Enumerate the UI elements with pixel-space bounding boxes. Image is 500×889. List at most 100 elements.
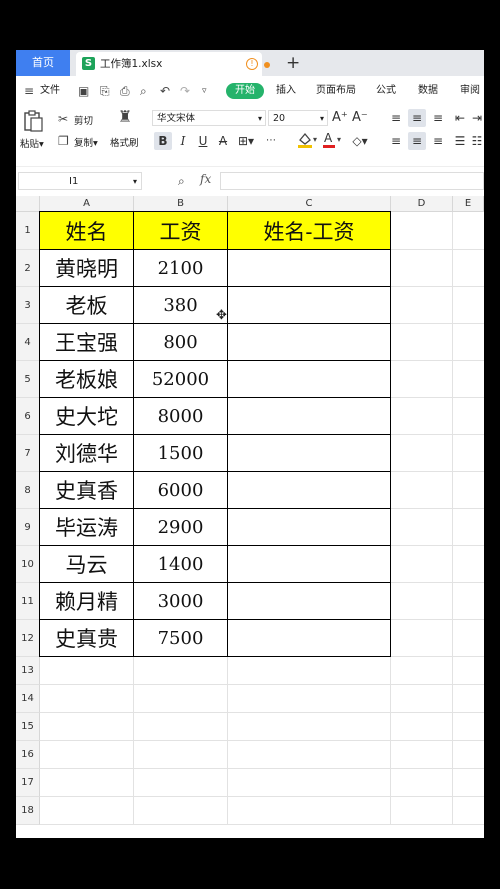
name-cell[interactable]: 王宝强: [40, 324, 134, 361]
hamburger-icon[interactable]: ≡: [24, 84, 34, 98]
row-header[interactable]: 7: [16, 435, 40, 472]
row-header[interactable]: 18: [16, 797, 40, 825]
row-header[interactable]: 2: [16, 250, 40, 287]
result-cell[interactable]: [228, 620, 391, 657]
menu-page-layout[interactable]: 页面布局: [316, 76, 356, 106]
paste-icon[interactable]: [22, 110, 44, 132]
column-header-e[interactable]: E: [453, 196, 484, 212]
align-right-icon[interactable]: ≡: [430, 132, 446, 150]
salary-cell[interactable]: 7500: [134, 620, 228, 657]
justify-icon[interactable]: ☰: [452, 132, 468, 150]
result-cell[interactable]: [228, 287, 391, 324]
eraser-icon[interactable]: ◇▾: [350, 132, 370, 150]
name-cell[interactable]: 老板娘: [40, 361, 134, 398]
salary-cell[interactable]: 6000: [134, 472, 228, 509]
salary-cell[interactable]: 3000: [134, 583, 228, 620]
column-header-c[interactable]: C: [228, 196, 391, 212]
document-tab[interactable]: S 工作簿1.xlsx !: [76, 52, 270, 76]
result-cell[interactable]: [228, 472, 391, 509]
strikethrough-button[interactable]: A: [216, 132, 230, 150]
salary-cell[interactable]: 2100: [134, 250, 228, 287]
result-cell[interactable]: [228, 324, 391, 361]
scissors-icon[interactable]: ✂: [58, 112, 68, 126]
italic-button[interactable]: I: [176, 132, 190, 150]
warning-icon[interactable]: !: [246, 58, 258, 70]
align-left-icon[interactable]: ≡: [388, 132, 404, 150]
name-cell[interactable]: 史真香: [40, 472, 134, 509]
row-header[interactable]: 4: [16, 324, 40, 361]
save-icon[interactable]: ▣: [78, 84, 89, 98]
result-cell[interactable]: [228, 250, 391, 287]
row-header[interactable]: 9: [16, 509, 40, 546]
result-cell[interactable]: [228, 435, 391, 472]
salary-cell[interactable]: 380: [134, 287, 228, 324]
result-cell[interactable]: [228, 509, 391, 546]
result-cell[interactable]: [228, 361, 391, 398]
salary-cell[interactable]: 8000: [134, 398, 228, 435]
indent-icon[interactable]: ⇤: [452, 109, 468, 127]
outdent-icon[interactable]: ⇥: [470, 109, 484, 127]
column-header-b[interactable]: B: [134, 196, 228, 212]
table-header-cell[interactable]: 姓名: [40, 212, 134, 250]
function-icon[interactable]: fx: [200, 172, 211, 186]
select-all-corner[interactable]: [16, 196, 40, 212]
row-header[interactable]: 8: [16, 472, 40, 509]
name-box[interactable]: I1 ▾: [18, 172, 142, 190]
formula-input[interactable]: [220, 172, 484, 190]
menu-file[interactable]: 文件: [40, 76, 60, 106]
align-middle-icon[interactable]: ≡: [408, 109, 426, 127]
paste-button[interactable]: 粘贴▾: [20, 136, 44, 150]
bold-button[interactable]: B: [154, 132, 172, 150]
shrink-font-button[interactable]: A⁻: [352, 109, 368, 127]
table-header-cell[interactable]: 工资: [134, 212, 228, 250]
menu-insert[interactable]: 插入: [276, 76, 296, 106]
result-cell[interactable]: [228, 583, 391, 620]
menu-review[interactable]: 审阅: [460, 76, 480, 106]
salary-cell[interactable]: 800: [134, 324, 228, 361]
row-header[interactable]: 17: [16, 769, 40, 797]
row-header[interactable]: 16: [16, 741, 40, 769]
cut-button[interactable]: 剪切: [74, 113, 93, 127]
row-header[interactable]: 10: [16, 546, 40, 583]
salary-cell[interactable]: 2900: [134, 509, 228, 546]
result-cell[interactable]: [228, 546, 391, 583]
redo-icon[interactable]: ↷: [180, 84, 190, 98]
font-size-select[interactable]: 20 ▾: [268, 110, 328, 126]
distribute-icon[interactable]: ☷: [470, 132, 484, 150]
row-header[interactable]: 1: [16, 212, 40, 250]
row-header[interactable]: 13: [16, 657, 40, 685]
row-header[interactable]: 15: [16, 713, 40, 741]
underline-button[interactable]: U: [196, 132, 210, 150]
result-cell[interactable]: [228, 398, 391, 435]
undo-icon[interactable]: ↶: [160, 84, 170, 98]
zoom-icon[interactable]: ⌕: [178, 174, 185, 188]
copy-button[interactable]: 复制▾: [74, 135, 98, 149]
border-icon[interactable]: ⊞▾: [236, 132, 256, 150]
name-cell[interactable]: 马云: [40, 546, 134, 583]
font-name-select[interactable]: 华文宋体 ▾: [152, 110, 266, 126]
grow-font-button[interactable]: A⁺: [332, 109, 348, 127]
new-tab-button[interactable]: +: [286, 50, 300, 76]
name-cell[interactable]: 赖月精: [40, 583, 134, 620]
salary-cell[interactable]: 52000: [134, 361, 228, 398]
menu-formula[interactable]: 公式: [376, 76, 396, 106]
fill-color-icon[interactable]: ▾: [296, 130, 318, 153]
row-header[interactable]: 14: [16, 685, 40, 713]
name-cell[interactable]: 史真贵: [40, 620, 134, 657]
salary-cell[interactable]: 1500: [134, 435, 228, 472]
row-header[interactable]: 5: [16, 361, 40, 398]
export-icon[interactable]: ⎘: [100, 84, 110, 98]
home-tab[interactable]: 首页: [16, 50, 70, 76]
column-header-a[interactable]: A: [40, 196, 134, 212]
print-icon[interactable]: ⎙: [120, 84, 130, 98]
copy-icon[interactable]: ❐: [58, 134, 69, 148]
format-painter-icon[interactable]: ♜: [118, 109, 132, 125]
align-bottom-icon[interactable]: ≡: [430, 109, 446, 127]
format-painter-button[interactable]: 格式刷: [110, 135, 139, 149]
name-cell[interactable]: 老板: [40, 287, 134, 324]
row-header[interactable]: 3: [16, 287, 40, 324]
name-cell[interactable]: 刘德华: [40, 435, 134, 472]
more-format-icon[interactable]: ⋯: [262, 132, 280, 150]
print-preview-icon[interactable]: ⌕: [140, 84, 147, 98]
name-cell[interactable]: 毕运涛: [40, 509, 134, 546]
